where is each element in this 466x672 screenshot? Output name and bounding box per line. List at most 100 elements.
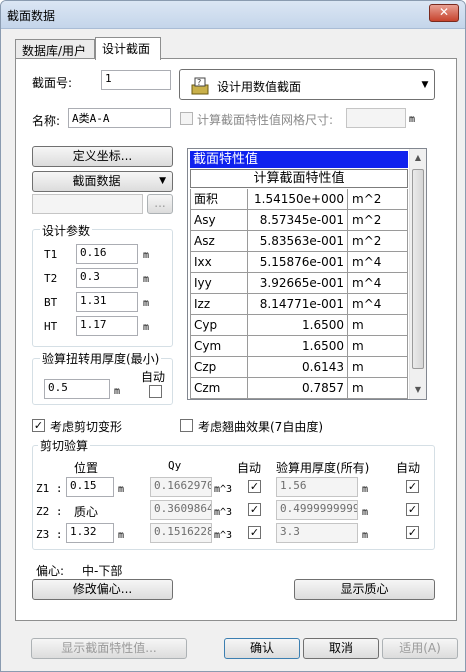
property-row[interactable]: Asy 8.57345e-001 m^2 (190, 210, 408, 231)
col-auto-qy: 自动 (237, 461, 262, 475)
property-name: Ixx (190, 252, 248, 273)
z3-qy-unit: m^3 (214, 530, 233, 541)
properties-header: 截面特性值 (190, 151, 408, 168)
close-button[interactable]: ✕ (429, 4, 459, 22)
z3-thickness-input[interactable]: 3.3 (276, 523, 358, 543)
torsion-auto-label: 自动 (141, 370, 166, 384)
torsion-thickness-input[interactable]: 0.5 (44, 379, 110, 399)
z1-qy-auto-checkbox[interactable]: ✓ (248, 480, 261, 493)
z3-position-input[interactable]: 1.32 (66, 523, 114, 543)
section-type-select[interactable]: ? 设计用数值截面 ▼ (179, 69, 435, 100)
param-t1-unit: m (143, 250, 150, 261)
z2-qy-unit: m^3 (214, 507, 233, 518)
mesh-size-label: 计算截面特性值网格尺寸: (197, 113, 334, 127)
param-t2-unit: m (143, 274, 150, 285)
z3-thickness-unit: m (362, 530, 369, 541)
window-title: 截面数据 (7, 9, 56, 23)
param-t1-input[interactable]: 0.16 (76, 244, 138, 264)
property-row[interactable]: Czm 0.7857 m (190, 378, 408, 399)
param-ht-unit: m (143, 322, 150, 333)
param-t1-label: T1 (44, 248, 58, 261)
design-section-panel: 截面号: 1 ? 设计用数值截面 ▼ 名称: A类A-A 计算截面特性值网格尺寸… (15, 58, 457, 621)
property-value: 1.6500 (248, 336, 348, 357)
define-coords-button[interactable]: 定义坐标... (32, 146, 173, 167)
property-value: 1.6500 (248, 315, 348, 336)
show-properties-button[interactable]: 显示截面特性值... (31, 638, 187, 659)
property-row[interactable]: Cym 1.6500 m (190, 336, 408, 357)
shear-deform-checkbox[interactable]: ✓ (32, 419, 45, 432)
property-unit: m^4 (348, 252, 408, 273)
apply-button[interactable]: 适用(A) (382, 638, 458, 659)
ok-button[interactable]: 确认 (224, 638, 300, 659)
browse-button[interactable]: ... (147, 194, 173, 214)
property-row[interactable]: Iyy 3.92665e-001 m^4 (190, 273, 408, 294)
properties-scrollbar[interactable]: ▲ ▼ (409, 149, 426, 399)
scroll-up-icon[interactable]: ▲ (410, 149, 426, 166)
tab-design-section[interactable]: 设计截面 (95, 37, 161, 60)
tab-database-user[interactable]: 数据库/用户 (15, 39, 95, 59)
z1-thickness-unit: m (362, 484, 369, 495)
property-row[interactable]: 面积 1.54150e+000 m^2 (190, 189, 408, 210)
section-data-button[interactable]: 截面数据 ▼ (32, 171, 173, 192)
modify-offset-button[interactable]: 修改偏心... (32, 579, 173, 600)
warping-label: 考虑翘曲效果(7自由度) (198, 420, 323, 434)
section-number-input[interactable]: 1 (101, 70, 171, 90)
param-t2-input[interactable]: 0.3 (76, 268, 138, 288)
section-number-label: 截面号: (32, 76, 73, 90)
property-unit: m^4 (348, 294, 408, 315)
design-params-title: 设计参数 (40, 222, 93, 239)
property-value: 5.15876e-001 (248, 252, 348, 273)
show-centroid-button[interactable]: 显示质心 (294, 579, 435, 600)
property-value: 0.7857 (248, 378, 348, 399)
property-unit: m (348, 315, 408, 336)
z1-thickness-input[interactable]: 1.56 (276, 477, 358, 497)
section-data-label: 截面数据 (72, 174, 121, 188)
z3-qy-input[interactable]: 0.15162285 (150, 523, 212, 543)
warping-checkbox[interactable] (180, 419, 193, 432)
mesh-size-checkbox[interactable] (180, 112, 193, 125)
section-properties-table: 截面特性值 计算截面特性值 面积 1.54150e+000 m^2 Asy 8.5734… (187, 148, 427, 400)
scroll-thumb[interactable] (412, 169, 424, 369)
property-unit: m (348, 378, 408, 399)
param-ht-input[interactable]: 1.17 (76, 316, 138, 336)
z3-thickness-auto-checkbox[interactable]: ✓ (406, 526, 419, 539)
property-unit: m^4 (348, 273, 408, 294)
mesh-size-unit: m (409, 114, 416, 125)
property-row[interactable]: Asz 5.83563e-001 m^2 (190, 231, 408, 252)
col-auto-thickness: 自动 (396, 461, 421, 475)
property-name: Cyp (190, 315, 248, 336)
z2-thickness-input[interactable]: 0.4999999999 (276, 500, 358, 520)
property-name: Czp (190, 357, 248, 378)
property-row[interactable]: Cyp 1.6500 m (190, 315, 408, 336)
section-data-path-input[interactable] (32, 194, 143, 214)
z2-qy-auto-checkbox[interactable]: ✓ (248, 503, 261, 516)
property-row[interactable]: Ixx 5.15876e-001 m^4 (190, 252, 408, 273)
property-value: 3.92665e-001 (248, 273, 348, 294)
mesh-size-input[interactable] (346, 108, 406, 128)
property-unit: m^2 (348, 399, 408, 400)
z3-qy-auto-checkbox[interactable]: ✓ (248, 526, 261, 539)
z3-label: Z3 : (36, 528, 63, 541)
z2-thickness-auto-checkbox[interactable]: ✓ (406, 503, 419, 516)
torsion-title: 验算扭转用厚度(最小) (40, 350, 162, 367)
property-row[interactable]: Czp 0.6143 m (190, 357, 408, 378)
property-value: 1.54150e+000 (248, 189, 348, 210)
chevron-down-icon: ▼ (421, 80, 429, 90)
z1-position-input[interactable]: 0.15 (66, 477, 114, 497)
scroll-down-icon[interactable]: ▼ (410, 381, 426, 398)
torsion-auto-checkbox[interactable] (149, 385, 162, 398)
param-bt-input[interactable]: 1.31 (76, 292, 138, 312)
z2-qy-input[interactable]: 0.36098648 (150, 500, 212, 520)
property-value: 8.14771e-001 (248, 294, 348, 315)
name-label: 名称: (32, 114, 61, 128)
param-ht-label: HT (44, 320, 58, 333)
property-row[interactable]: Izz 8.14771e-001 m^4 (190, 294, 408, 315)
z1-qy-input[interactable]: 0.1662970 (150, 477, 212, 497)
z2-label: Z2 : (36, 505, 63, 518)
section-data-dialog: 截面数据 ✕ 数据库/用户 设计截面 截面号: 1 ? 设计用数值截面 ▼ 名称… (0, 0, 466, 672)
z1-thickness-auto-checkbox[interactable]: ✓ (406, 480, 419, 493)
property-row[interactable]: Qyb0.7220m^2 (190, 399, 408, 400)
offset-label: 偏心: (36, 564, 65, 578)
name-input[interactable]: A类A-A (68, 108, 171, 128)
cancel-button[interactable]: 取消 (303, 638, 379, 659)
